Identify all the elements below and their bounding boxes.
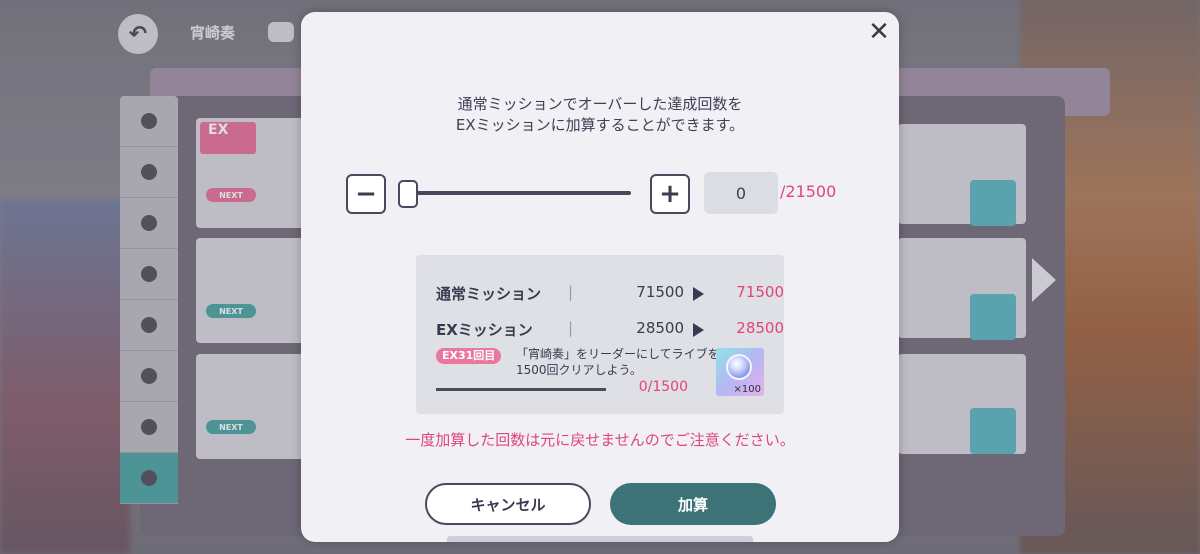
ex-count-badge: EX31回目 — [436, 348, 502, 364]
row-separator: | — [568, 283, 574, 301]
arrow-right-icon — [693, 323, 704, 337]
arrow-right-icon — [693, 287, 704, 301]
row-result-value: 71500 — [736, 283, 784, 301]
close-icon[interactable]: ✕ — [867, 19, 891, 45]
confirm-add-button[interactable]: 加算 — [610, 483, 776, 525]
mission-progress-bar — [436, 388, 606, 391]
mission-progress-text: 0/1500 — [638, 379, 688, 395]
mission-summary-panel: 通常ミッション | 71500 71500 EXミッション | 28500 28… — [416, 255, 784, 414]
row-label: EXミッション — [436, 321, 533, 339]
ex-mission-row: EXミッション | 28500 28500 — [436, 319, 784, 341]
normal-mission-row: 通常ミッション | 71500 71500 — [436, 283, 784, 305]
mission-text-line: 1500回クリアしよう。 — [516, 363, 642, 377]
dialog-description: 通常ミッションでオーバーした達成回数を EXミッションに加算することができます。 — [301, 94, 899, 136]
reward-quantity: ×100 — [733, 384, 761, 395]
crystal-gem-icon — [726, 354, 752, 380]
description-line: EXミッションに加算することができます。 — [455, 116, 745, 134]
row-separator: | — [568, 319, 574, 337]
row-current-value: 71500 — [636, 283, 684, 301]
row-label: 通常ミッション — [436, 285, 542, 303]
description-line: 通常ミッションでオーバーした達成回数を — [457, 95, 743, 113]
ex-add-dialog: ✕ 通常ミッションでオーバーした達成回数を EXミッションに加算することができま… — [301, 12, 899, 542]
reward-item: ×100 — [716, 348, 764, 396]
row-current-value: 28500 — [636, 319, 684, 337]
count-value-field[interactable]: 0 — [704, 172, 778, 214]
count-stepper: − + 0 /21500 — [346, 172, 856, 216]
count-max-label: /21500 — [780, 182, 837, 201]
scroll-indicator — [447, 536, 753, 542]
mission-description: 「宵崎奏」をリーダーにしてライブを 1500回クリアしよう。 — [516, 346, 720, 378]
count-slider-track[interactable] — [401, 191, 631, 195]
increment-button[interactable]: + — [650, 174, 690, 214]
mission-text-line: 「宵崎奏」をリーダーにしてライブを — [516, 347, 720, 361]
warning-message: 一度加算した回数は元に戻せませんのでご注意ください。 — [405, 431, 795, 449]
cancel-button[interactable]: キャンセル — [425, 483, 591, 525]
decrement-button[interactable]: − — [346, 174, 386, 214]
count-slider-thumb[interactable] — [398, 180, 418, 208]
row-result-value: 28500 — [736, 319, 784, 337]
